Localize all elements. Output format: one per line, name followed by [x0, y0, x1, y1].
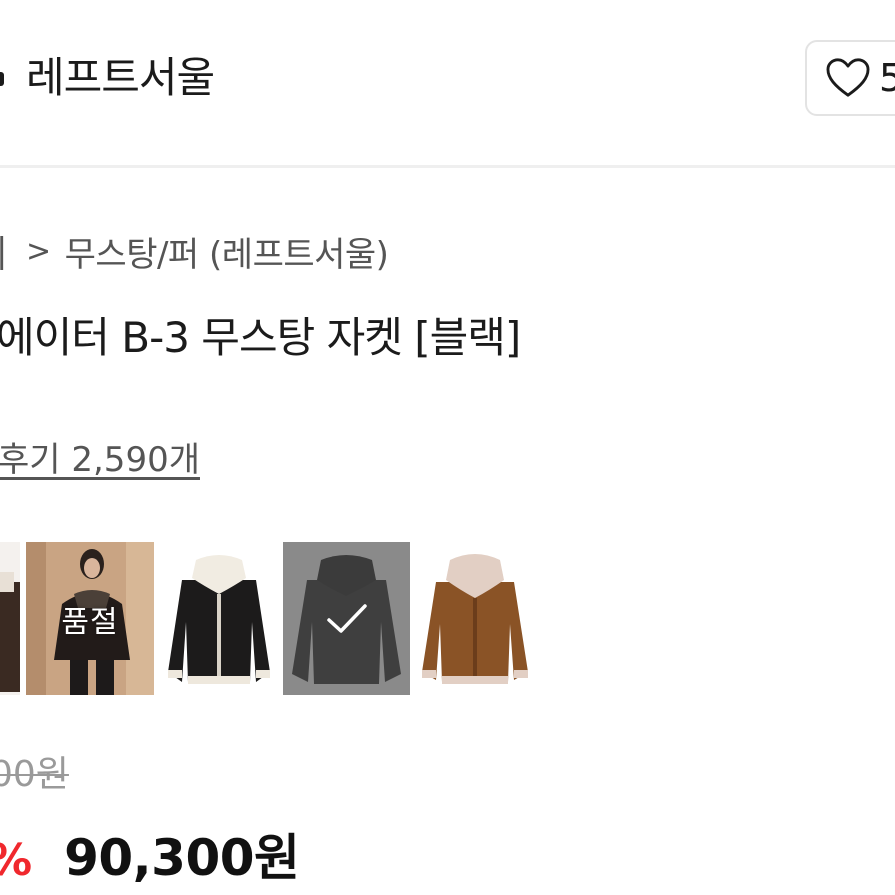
- price-row: % 90,300원: [0, 818, 300, 890]
- breadcrumb-current[interactable]: 무스탕/퍼 (레프트서울): [65, 227, 389, 276]
- swatch-model-photo[interactable]: 품절: [26, 542, 154, 695]
- like-count: 5: [879, 56, 895, 100]
- soldout-label: 품절: [61, 604, 119, 640]
- selected-overlay: [283, 542, 410, 695]
- brand-name[interactable]: 레프트서울: [26, 50, 215, 106]
- check-icon: [326, 603, 367, 633]
- original-price: 00원: [0, 754, 69, 795]
- breadcrumb-prev[interactable]: |: [0, 231, 4, 271]
- swatch-black-white-collar[interactable]: [160, 542, 278, 695]
- sale-price: 90,300원: [64, 829, 300, 887]
- breadcrumb-separator: >: [26, 233, 51, 269]
- jacket-thumbnail-icon: [422, 554, 528, 684]
- swatch-black[interactable]: [283, 542, 410, 695]
- product-title: 에이터 B-3 무스탕 자켓 [블랙]: [0, 313, 521, 362]
- jacket-thumbnail-icon: [0, 572, 20, 692]
- like-button[interactable]: 5: [805, 40, 895, 116]
- breadcrumb: | > 무스탕/퍼 (레프트서울): [0, 226, 389, 276]
- brand-logo-icon: [0, 72, 4, 86]
- top-bar: 레프트서울 5: [0, 0, 895, 168]
- review-link[interactable]: 후기 2,590개: [0, 436, 200, 484]
- discount-rate: %: [0, 835, 32, 886]
- heart-icon: [826, 58, 870, 97]
- swatch-partial-jacket[interactable]: [0, 542, 20, 695]
- swatch-brown[interactable]: [414, 542, 536, 695]
- jacket-thumbnail-icon: [168, 555, 270, 684]
